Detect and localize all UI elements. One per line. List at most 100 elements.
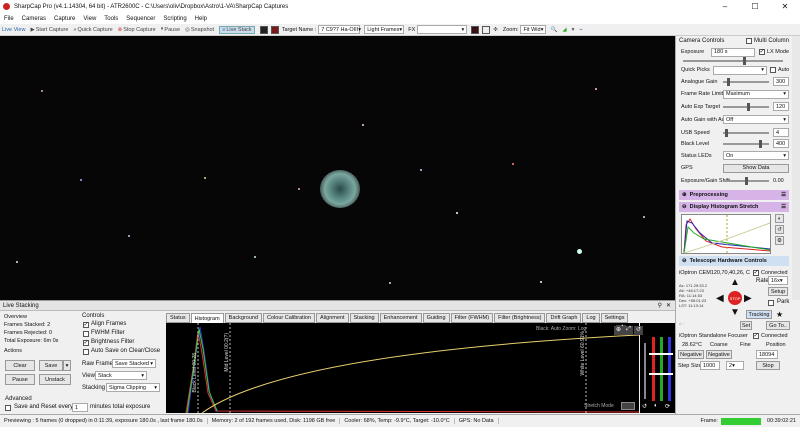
goto-button[interactable]: Go To.. bbox=[766, 321, 790, 330]
luminance-slider[interactable] bbox=[644, 343, 646, 399]
display-histogram[interactable]: ◐ ↺ ⚙ bbox=[679, 214, 789, 254]
exposure-slider[interactable] bbox=[683, 57, 783, 65]
tab-status[interactable]: Status bbox=[166, 313, 190, 323]
brightness-filter-checkbox[interactable]: ✓ bbox=[83, 340, 89, 346]
exposure-gain-shift-slider[interactable] bbox=[723, 177, 769, 185]
color-swatch-icon[interactable] bbox=[471, 25, 480, 34]
move-south-icon[interactable]: ▼ bbox=[730, 307, 740, 318]
histogram-settings-icon[interactable]: ⚙ bbox=[775, 236, 784, 245]
histogram-tool-icon[interactable]: ◢ bbox=[562, 27, 566, 33]
zoom-in-icon[interactable]: ⊕ bbox=[614, 326, 623, 335]
step-multiplier-select[interactable]: 2 ▾ bbox=[726, 361, 744, 370]
fwhm-filter-checkbox[interactable] bbox=[83, 331, 89, 337]
auto-checkbox[interactable] bbox=[770, 67, 776, 73]
stretch-mode-select[interactable] bbox=[621, 402, 635, 410]
black-level-slider[interactable] bbox=[723, 139, 769, 148]
mount-setup-button[interactable]: Setup bbox=[768, 287, 788, 296]
clear-button[interactable]: Clear bbox=[5, 360, 35, 371]
tab-drift-graph[interactable]: Drift Graph bbox=[546, 313, 582, 323]
stacking-select[interactable]: Sigma Clipping ▾ bbox=[106, 383, 160, 392]
pin-icon[interactable]: ⚲ bbox=[658, 302, 662, 309]
tab-log[interactable]: Log bbox=[582, 313, 600, 323]
red-slider[interactable] bbox=[652, 337, 655, 401]
image-viewer[interactable] bbox=[0, 36, 675, 300]
fit-icon[interactable]: ⤢ bbox=[624, 326, 633, 335]
save-button[interactable]: Save bbox=[39, 360, 63, 371]
display-histogram-section[interactable]: ⊖ Display Histogram Stretch ☰ bbox=[679, 202, 789, 212]
step-size-input[interactable]: 1000 bbox=[700, 361, 720, 370]
auto-exp-target-slider[interactable] bbox=[723, 102, 769, 111]
quick-picks-select[interactable]: ▾ bbox=[713, 65, 767, 75]
mount-home-icon[interactable]: ⌂ · bbox=[679, 321, 684, 326]
fine-negative-button[interactable]: Negative bbox=[706, 350, 732, 359]
crosshair-icon[interactable]: ✜ bbox=[493, 27, 498, 33]
tab-background[interactable]: Background bbox=[224, 313, 263, 323]
raw-frames-select[interactable]: Save Stacked ▾ bbox=[112, 359, 156, 368]
tab-guiding[interactable]: Guiding bbox=[422, 313, 450, 323]
pause-button[interactable]: ⏸ Pause bbox=[161, 26, 180, 33]
save-reset-input[interactable]: 1 bbox=[72, 403, 88, 412]
focuser-stop-button[interactable]: Stop bbox=[756, 361, 780, 370]
close-icon[interactable]: ✕ bbox=[666, 302, 671, 309]
align-frames-checkbox[interactable]: ✓ bbox=[83, 322, 89, 328]
menu-help[interactable]: Help bbox=[195, 16, 207, 22]
stop-capture-button[interactable]: ⊗ Stop Capture bbox=[118, 27, 156, 33]
auto-gain-select[interactable]: Off ▾ bbox=[723, 115, 789, 124]
blue-slider[interactable] bbox=[668, 337, 671, 401]
menu-icon[interactable]: ☰ bbox=[781, 204, 786, 210]
usb-speed-slider[interactable] bbox=[723, 128, 769, 137]
wifi-icon[interactable]: ⌁ bbox=[579, 27, 582, 33]
log-option[interactable]: Log bbox=[578, 326, 586, 332]
live-view-button[interactable]: Live View bbox=[2, 27, 25, 33]
menu-icon[interactable]: ☰ bbox=[781, 192, 786, 198]
tab-colour-calibration[interactable]: Colour Calibration bbox=[263, 313, 316, 323]
telescope-section[interactable]: ⊖ Telescope Hardware Controls bbox=[679, 256, 789, 266]
lx-mode-checkbox[interactable]: ✓ bbox=[759, 49, 765, 55]
park-checkbox[interactable] bbox=[768, 300, 774, 306]
menu-tools[interactable]: Tools bbox=[104, 16, 118, 22]
usb-speed-input[interactable]: 4 bbox=[773, 128, 789, 137]
analogue-gain-input[interactable]: 300 bbox=[773, 77, 789, 86]
menu-scripting[interactable]: Scripting bbox=[163, 16, 186, 22]
minimize-button[interactable]: – bbox=[710, 0, 740, 13]
tool-options-icon[interactable]: ▾ bbox=[572, 27, 575, 33]
tab-stacking[interactable]: Stacking bbox=[349, 313, 379, 323]
menu-sequencer[interactable]: Sequencer bbox=[126, 16, 155, 22]
exposure-input[interactable]: 180 s bbox=[711, 47, 755, 57]
save-dropdown-icon[interactable]: ▾ bbox=[63, 360, 71, 371]
view-select[interactable]: Stack ▾ bbox=[95, 371, 147, 380]
unstack-button[interactable]: Unstack bbox=[39, 374, 71, 385]
refresh-icon[interactable]: ⟳ bbox=[665, 403, 670, 410]
fx-select[interactable]: ▾ bbox=[417, 25, 468, 34]
right-panel-scrollbar[interactable] bbox=[792, 36, 800, 300]
target-name-select[interactable]: 7 C9?7 Ha-OIII ▾ bbox=[318, 25, 361, 34]
focuser-connected-checkbox[interactable]: ✓ bbox=[753, 332, 759, 339]
analogue-gain-slider[interactable] bbox=[723, 77, 769, 86]
zoom-option[interactable]: Zoom: bbox=[562, 326, 576, 332]
multi-column-checkbox[interactable] bbox=[745, 38, 752, 44]
auto-balance-icon[interactable]: ◐ bbox=[654, 403, 658, 409]
menu-view[interactable]: View bbox=[83, 16, 96, 22]
preprocessing-section[interactable]: ⊕ Preprocessing ☰ bbox=[679, 190, 789, 200]
tab-filter-fwhm[interactable]: Filter (FWHM) bbox=[450, 313, 494, 323]
histogram-reset-icon[interactable]: ↺ bbox=[775, 225, 784, 234]
start-capture-button[interactable]: ▶ Start Capture bbox=[30, 27, 68, 33]
move-north-icon[interactable]: ▲ bbox=[730, 277, 740, 288]
black-level-input[interactable]: 400 bbox=[773, 139, 789, 148]
move-east-icon[interactable]: ▶ bbox=[744, 293, 752, 304]
stack-histogram[interactable]: Black Level 00:28 Mid Level 00:2(?) Whit… bbox=[166, 323, 639, 413]
live-stack-button[interactable]: ≡ Live Stack bbox=[219, 25, 255, 34]
mount-stop-button[interactable]: STOP bbox=[728, 291, 742, 305]
black-auto-option[interactable]: Black: Auto bbox=[536, 326, 561, 332]
frame-type-select[interactable]: Light Frames ▾ bbox=[364, 25, 405, 34]
favorite-star-icon[interactable]: ★ bbox=[776, 310, 783, 319]
save-reset-checkbox[interactable] bbox=[5, 405, 11, 411]
rate-select[interactable]: 16x ▾ bbox=[768, 276, 788, 285]
maximize-button[interactable]: ☐ bbox=[740, 0, 770, 13]
position-input[interactable]: 18094 bbox=[756, 350, 778, 359]
tab-enhancement[interactable]: Enhancement bbox=[379, 313, 422, 323]
tab-alignment[interactable]: Alignment bbox=[316, 313, 349, 323]
reset-view-icon[interactable]: ↺ bbox=[634, 326, 643, 335]
status-leds-select[interactable]: On ▾ bbox=[723, 151, 789, 160]
pause-stack-button[interactable]: Pause bbox=[5, 374, 35, 385]
